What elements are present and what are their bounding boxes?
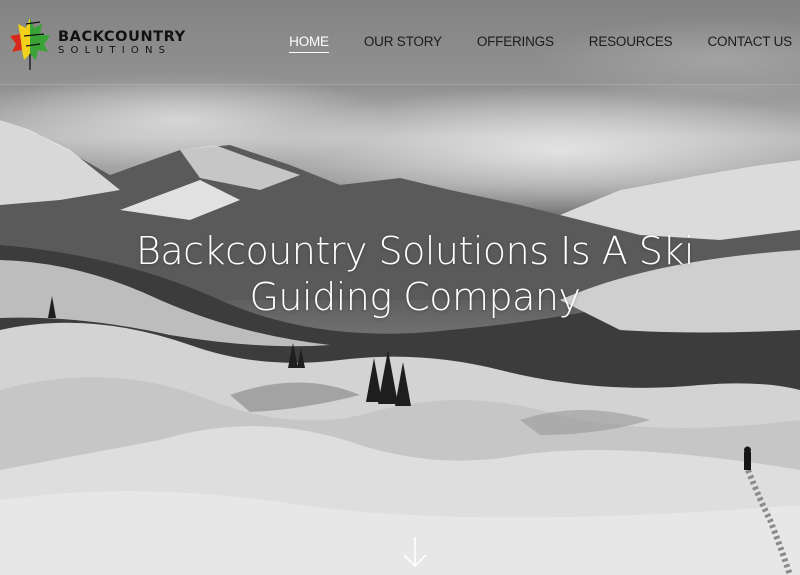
nav-item-home[interactable]: HOME [289, 34, 329, 53]
brand-logo[interactable]: BACKCOUNTRY SOLUTIONS [6, 14, 185, 72]
hero-title: Backcountry Solutions Is A Ski Guiding C… [136, 229, 695, 319]
nav-item-our-story[interactable]: OUR STORY [364, 34, 442, 53]
site-header: BACKCOUNTRY SOLUTIONS HOME OUR STORY OFF… [0, 0, 800, 85]
arrow-down-icon[interactable] [401, 535, 429, 569]
brand-name-line1: BACKCOUNTRY [58, 28, 186, 45]
nav-item-offerings[interactable]: OFFERINGS [477, 34, 554, 53]
brand-name-line2: SOLUTIONS [58, 45, 172, 57]
main-nav: HOME OUR STORY OFFERINGS RESOURCES CONTA… [254, 34, 792, 53]
maple-leaf-logo-icon [10, 18, 50, 70]
nav-item-resources[interactable]: RESOURCES [589, 34, 673, 53]
brand-wordmark: BACKCOUNTRY SOLUTIONS [58, 30, 186, 57]
nav-item-contact-us[interactable]: CONTACT US [707, 34, 792, 53]
